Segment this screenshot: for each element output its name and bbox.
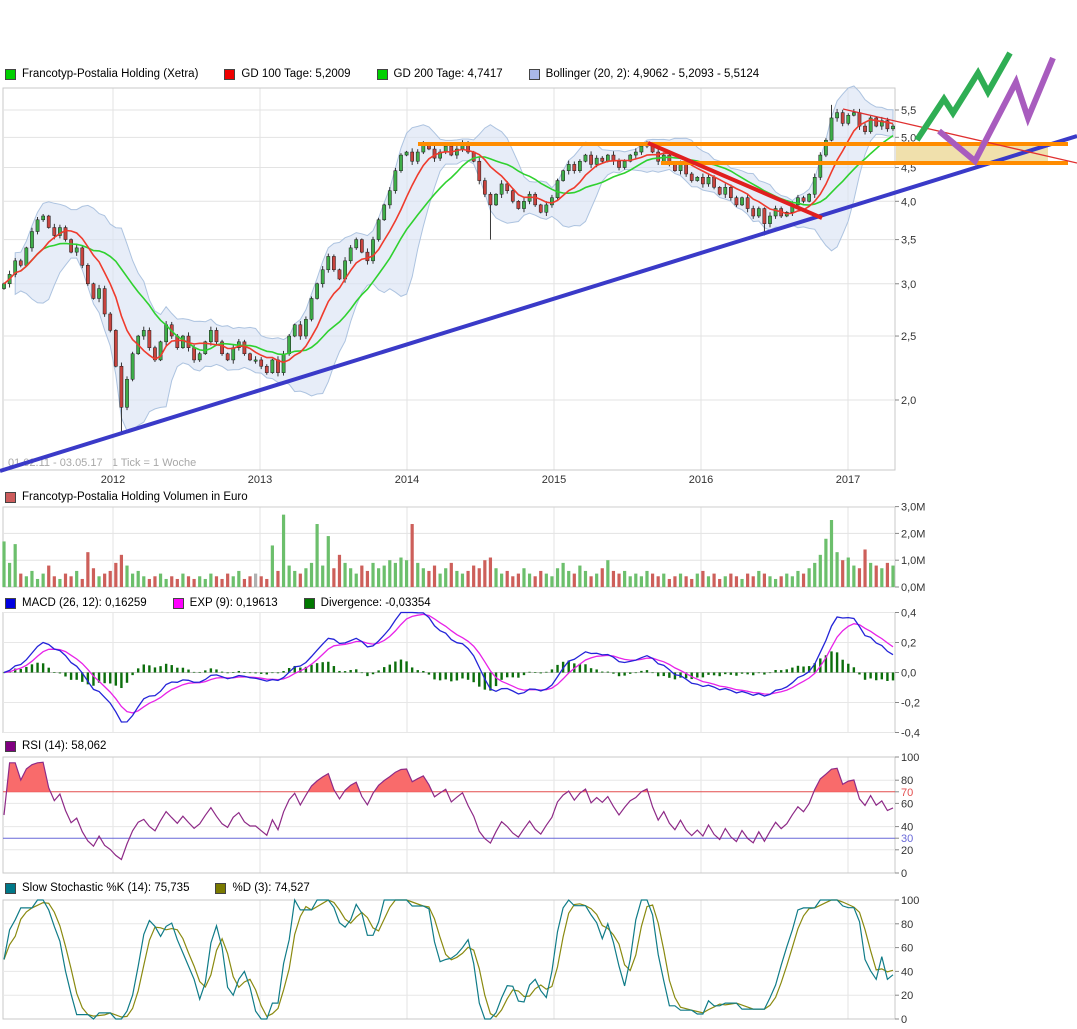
series-label: %D (3): 74,527	[232, 882, 309, 894]
volume-legend: Francotyp-Postalia Holding Volumen in Eu…	[5, 491, 274, 503]
svg-text:-0,2: -0,2	[901, 698, 920, 710]
svg-text:0,0M: 0,0M	[901, 582, 925, 594]
svg-text:2017: 2017	[836, 474, 860, 486]
macd-histogram	[3, 651, 894, 690]
panel-grids	[3, 88, 895, 1019]
svg-text:2015: 2015	[542, 474, 566, 486]
svg-text:0: 0	[901, 868, 907, 880]
svg-text:2012: 2012	[101, 474, 125, 486]
series-label: Francotyp-Postalia Holding (Xetra)	[22, 68, 198, 80]
series-swatch	[5, 883, 16, 894]
legend-item-gd200: GD 200 Tage: 4,7417	[377, 68, 503, 80]
svg-text:0,4: 0,4	[901, 608, 916, 620]
svg-text:2014: 2014	[395, 474, 419, 486]
legend-item-bollinger: Bollinger (20, 2): 4,9062 - 5,2093 - 5,5…	[529, 68, 760, 80]
series-label: Slow Stochastic %K (14): 75,735	[22, 882, 189, 894]
svg-text:100: 100	[901, 752, 919, 764]
series-swatch	[173, 598, 184, 609]
svg-text:2,0: 2,0	[901, 395, 916, 407]
series-swatch	[5, 598, 16, 609]
svg-text:2016: 2016	[689, 474, 713, 486]
downtrend-2015-2016	[648, 143, 822, 218]
legend-item-rsi: RSI (14): 58,062	[5, 740, 106, 752]
svg-text:60: 60	[901, 943, 913, 955]
svg-text:-0,4: -0,4	[901, 728, 920, 740]
legend-item-exp: EXP (9): 0,19613	[173, 597, 278, 609]
series-label: GD 100 Tage: 5,2009	[241, 68, 350, 80]
legend-item-gd100: GD 100 Tage: 5,2009	[224, 68, 350, 80]
svg-text:40: 40	[901, 966, 913, 978]
legend-item-symbol: Francotyp-Postalia Holding (Xetra)	[5, 68, 198, 80]
svg-text:60: 60	[901, 798, 913, 810]
series-label: Francotyp-Postalia Holding Volumen in Eu…	[22, 491, 248, 503]
macd-legend: MACD (26, 12): 0,16259 EXP (9): 0,19613 …	[5, 597, 457, 609]
technical-analysis-chart: Francotyp-Postalia Holding (Xetra) GD 10…	[0, 0, 1077, 1029]
series-swatch	[5, 741, 16, 752]
svg-text:70: 70	[901, 787, 913, 799]
svg-text:30: 30	[901, 833, 913, 845]
svg-text:3,0M: 3,0M	[901, 502, 925, 514]
svg-text:3,0: 3,0	[901, 279, 916, 291]
series-label: GD 200 Tage: 4,7417	[394, 68, 503, 80]
series-swatch	[5, 69, 16, 80]
stochastic-legend: Slow Stochastic %K (14): 75,735 %D (3): …	[5, 882, 336, 894]
series-label: Divergence: -0,03354	[321, 597, 431, 609]
volume-bars	[2, 515, 894, 587]
svg-text:2,5: 2,5	[901, 331, 916, 343]
main-chart-legend: Francotyp-Postalia Holding (Xetra) GD 10…	[5, 68, 785, 80]
legend-item-divergence: Divergence: -0,03354	[304, 597, 431, 609]
legend-item-stoch-k: Slow Stochastic %K (14): 75,735	[5, 882, 189, 894]
svg-text:80: 80	[901, 919, 913, 931]
series-swatch	[529, 69, 540, 80]
svg-text:1,0M: 1,0M	[901, 555, 925, 567]
svg-text:20: 20	[901, 845, 913, 857]
series-label: EXP (9): 0,19613	[190, 597, 278, 609]
macd-lines	[4, 613, 893, 723]
svg-text:0,2: 0,2	[901, 638, 916, 650]
rsi-legend: RSI (14): 58,062	[5, 740, 132, 752]
svg-text:20: 20	[901, 990, 913, 1002]
series-label: Bollinger (20, 2): 4,9062 - 5,2093 - 5,5…	[546, 68, 760, 80]
stochastic-lines	[4, 900, 893, 1019]
svg-text:0: 0	[901, 1014, 907, 1026]
svg-text:2,0M: 2,0M	[901, 528, 925, 540]
svg-text:40: 40	[901, 822, 913, 834]
series-label: MACD (26, 12): 0,16259	[22, 597, 147, 609]
chart-canvas[interactable]: 5,55,04,54,03,53,02,52,02012201320142015…	[0, 0, 1077, 1029]
series-swatch	[224, 69, 235, 80]
svg-text:4,0: 4,0	[901, 196, 916, 208]
rsi-panel	[3, 762, 895, 859]
series-swatch	[377, 69, 388, 80]
series-label: RSI (14): 58,062	[22, 740, 106, 752]
series-swatch	[5, 492, 16, 503]
svg-text:3,5: 3,5	[901, 235, 916, 247]
legend-item-stoch-d: %D (3): 74,527	[215, 882, 309, 894]
legend-item-macd: MACD (26, 12): 0,16259	[5, 597, 147, 609]
svg-text:100: 100	[901, 895, 919, 907]
svg-text:0,0: 0,0	[901, 668, 916, 680]
legend-item-volume: Francotyp-Postalia Holding Volumen in Eu…	[5, 491, 248, 503]
series-swatch	[215, 883, 226, 894]
svg-text:2013: 2013	[248, 474, 272, 486]
svg-text:80: 80	[901, 775, 913, 787]
svg-text:5,5: 5,5	[901, 105, 916, 117]
series-swatch	[304, 598, 315, 609]
